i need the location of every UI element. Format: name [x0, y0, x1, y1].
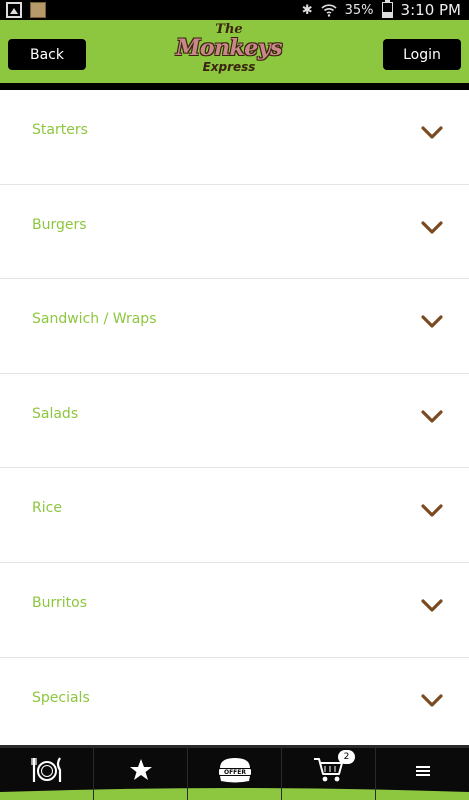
chevron-down-icon: [421, 220, 443, 234]
app-notification-icon: [30, 2, 46, 18]
menu-item-label: Rice: [32, 500, 62, 517]
star-icon: [129, 758, 152, 780]
tab-cart[interactable]: 2: [282, 745, 376, 800]
bluetooth-icon: ✱: [301, 2, 313, 18]
menu-icon: [415, 765, 430, 776]
menu-item-sandwich-wraps[interactable]: Sandwich / Wraps: [0, 279, 469, 374]
menu-item-label: Starters: [32, 122, 88, 138]
app-header: Back The Monkeys Express Login: [0, 20, 469, 83]
logo: The Monkeys Express: [170, 23, 288, 79]
menu-item-burritos[interactable]: Burritos: [0, 563, 469, 658]
battery-percent: 35%: [344, 2, 374, 18]
battery-icon: [381, 0, 393, 18]
burger-offer-icon: OFFER: [218, 757, 251, 782]
tab-favorites[interactable]: [94, 745, 188, 800]
menu-item-starters[interactable]: Starters: [0, 90, 469, 185]
back-button[interactable]: Back: [8, 39, 86, 70]
login-button[interactable]: Login: [383, 39, 461, 70]
chevron-down-icon: [421, 410, 443, 423]
status-notifications: [6, 2, 46, 18]
chevron-down-icon: [421, 599, 443, 612]
bottom-tab-bar: OFFER 2: [0, 745, 469, 800]
menu-item-burgers[interactable]: Burgers: [0, 185, 469, 280]
status-indicators: ✱ 35% 3:10 PM: [302, 0, 461, 20]
chevron-down-icon: [421, 126, 443, 139]
status-bar: ✱ 35% 3:10 PM: [0, 0, 469, 20]
logo-name: Monkeys: [176, 35, 282, 61]
menu-item-label: Specials: [32, 689, 90, 706]
menu-item-label: Burritos: [32, 594, 87, 611]
offer-text: OFFER: [223, 769, 245, 776]
tab-more[interactable]: [376, 745, 469, 800]
logo-sub: Express: [202, 60, 256, 74]
gallery-icon: [6, 2, 22, 18]
chevron-down-icon: [421, 504, 443, 517]
plate-cutlery-icon: [30, 756, 61, 782]
cart-count-badge: 2: [338, 750, 355, 764]
menu-item-label: Burgers: [32, 216, 87, 233]
menu-item-label: Salads: [32, 405, 79, 422]
menu-category-list: Starters Burgers Sandwich / Wraps Salads…: [0, 90, 469, 753]
menu-item-specials[interactable]: Specials: [0, 658, 469, 753]
menu-item-rice[interactable]: Rice: [0, 468, 469, 563]
chevron-down-icon: [421, 693, 443, 707]
tab-menu[interactable]: [0, 745, 94, 800]
wifi-icon: [321, 3, 337, 17]
chevron-down-icon: [421, 315, 443, 328]
header-divider: [0, 83, 469, 90]
menu-item-label: Sandwich / Wraps: [32, 311, 157, 328]
tab-offers[interactable]: OFFER: [188, 745, 282, 800]
clock: 3:10 PM: [400, 1, 461, 19]
menu-item-salads[interactable]: Salads: [0, 374, 469, 469]
